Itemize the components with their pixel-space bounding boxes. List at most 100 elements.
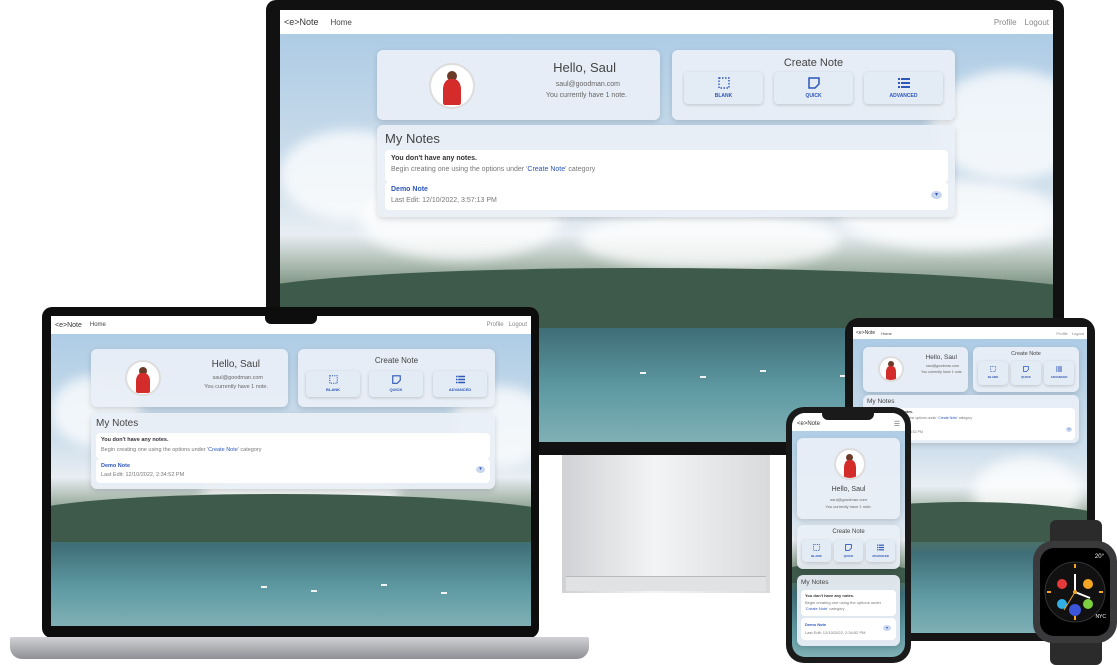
blank-note-icon <box>990 366 996 372</box>
brand-logo[interactable]: <e>Note <box>856 330 875 336</box>
avatar <box>834 448 866 480</box>
note-item[interactable]: Demo Note Last Edit: 12/10/2022, 2:34:52… <box>96 459 490 483</box>
blank-note-icon <box>717 77 730 89</box>
nav-home-link[interactable]: Home <box>90 322 106 328</box>
quick-note-button[interactable]: QUICK <box>1011 361 1041 385</box>
chevron-down-icon[interactable]: ▾ <box>476 466 485 473</box>
note-last-edit: Last Edit: 12/10/2022, 2:34:52 PM <box>101 472 185 478</box>
profile-card: Hello, Saul saul@goodman.com You current… <box>863 347 968 392</box>
create-note-card: Create Note BLANK QUICK ADVANCED <box>672 50 955 120</box>
create-note-title: Create Note <box>783 57 844 69</box>
note-item[interactable]: Demo Note Last Edit: 12/10/2022, 2:34:52… <box>801 618 896 640</box>
blank-button-label: BLANK <box>811 554 822 558</box>
create-note-link[interactable]: Create Note <box>208 447 238 453</box>
quick-button-label: QUICK <box>843 554 854 558</box>
empty-notes-text: Begin creating one using the options und… <box>391 166 596 173</box>
profile-note-count: You currently have 1 note. <box>825 504 872 509</box>
blank-button-label: BLANK <box>326 387 340 392</box>
tablet-navbar: <e>Note Home Profile Logout <box>853 327 1087 339</box>
blank-button-label: BLANK <box>987 375 999 379</box>
note-title[interactable]: Demo Note <box>101 463 130 469</box>
create-note-title: Create Note <box>832 529 865 535</box>
nav-home-link[interactable]: Home <box>331 18 352 27</box>
note-title[interactable]: Demo Note <box>805 622 826 627</box>
advanced-button-label: ADVANCED <box>872 554 889 558</box>
create-note-card: Create Note BLANK QUICK ADVANCED <box>973 347 1079 392</box>
list-icon <box>1056 366 1062 372</box>
create-note-link[interactable]: Create Note <box>527 166 565 173</box>
brand-logo[interactable]: <e>Note <box>284 17 319 27</box>
advanced-note-button[interactable]: ADVANCED <box>866 540 895 562</box>
quick-note-icon <box>1023 366 1029 372</box>
profile-note-count: You currently have 1 note. <box>921 370 963 374</box>
profile-note-count: You currently have 1 note. <box>545 92 627 99</box>
watch-screen: 20° NYC <box>1040 548 1110 636</box>
my-notes-title: My Notes <box>867 398 895 405</box>
blank-button-label: BLANK <box>714 93 733 99</box>
chevron-down-icon[interactable]: ▾ <box>883 625 891 631</box>
profile-greeting: Hello, Saul <box>925 354 957 361</box>
empty-notes-heading: You don't have any notes. <box>391 155 477 162</box>
brand-logo[interactable]: <e>Note <box>55 322 82 329</box>
profile-email: saul@goodman.com <box>212 375 263 381</box>
create-note-link[interactable]: Create Note <box>806 606 828 611</box>
advanced-button-label: ADVANCED <box>889 93 918 99</box>
advanced-note-button[interactable]: ADVANCED <box>1044 361 1074 385</box>
quick-button-label: QUICK <box>389 387 403 392</box>
create-note-link[interactable]: Create Note <box>938 416 957 420</box>
profile-greeting: Hello, Saul <box>553 60 616 75</box>
watch-city-label: NYC <box>1095 614 1106 620</box>
watch-temperature: 20° <box>1094 554 1104 560</box>
chevron-down-icon[interactable]: ▾ <box>931 191 942 199</box>
quick-note-button[interactable]: QUICK <box>834 540 863 562</box>
blank-note-button[interactable]: BLANK <box>978 361 1008 385</box>
chevron-down-icon[interactable]: ▾ <box>1066 427 1072 432</box>
monitor-navbar: <e>Note Home Profile Logout <box>280 10 1053 34</box>
create-note-title: Create Note <box>374 356 419 365</box>
quick-note-button[interactable]: QUICK <box>369 371 423 397</box>
advanced-note-button[interactable]: ADVANCED <box>433 371 487 397</box>
watch-face-icon <box>1044 561 1106 623</box>
phone-screen: <e>Note ☰ Hello, Saul saul@goodman.com Y… <box>792 413 905 657</box>
avatar <box>125 360 161 396</box>
advanced-note-button[interactable]: ADVANCED <box>864 72 943 104</box>
note-title[interactable]: Demo Note <box>391 186 428 193</box>
blank-note-button[interactable]: BLANK <box>306 371 360 397</box>
profile-email: saul@goodman.com <box>555 81 620 88</box>
nav-logout-link[interactable]: Logout <box>1025 18 1049 27</box>
list-icon <box>455 375 465 384</box>
nav-logout-link[interactable]: Logout <box>1072 331 1084 336</box>
quick-button-label: QUICK <box>805 93 822 99</box>
nav-home-link[interactable]: Home <box>881 331 892 336</box>
nav-profile-link[interactable]: Profile <box>994 18 1017 27</box>
monitor-stand-foot <box>566 576 766 591</box>
my-notes-title: My Notes <box>96 418 139 429</box>
note-item[interactable]: Demo Note Last Edit: 12/10/2022, 3:57:13… <box>385 182 948 210</box>
my-notes-title: My Notes <box>801 579 829 586</box>
advanced-button-label: ADVANCED <box>1050 375 1068 379</box>
create-note-card: Create Note BLANK QUICK ADVANCED <box>797 525 900 569</box>
note-last-edit: Last Edit: 12/10/2022, 3:57:13 PM <box>391 197 497 204</box>
blank-note-icon <box>328 375 338 384</box>
profile-greeting: Hello, Saul <box>211 359 260 370</box>
blank-note-button[interactable]: BLANK <box>684 72 763 104</box>
create-note-card: Create Note BLANK QUICK ADVANCED <box>298 349 495 407</box>
nav-profile-link[interactable]: Profile <box>487 322 504 328</box>
nav-logout-link[interactable]: Logout <box>509 322 527 328</box>
blank-note-button[interactable]: BLANK <box>802 540 831 562</box>
my-notes-title: My Notes <box>385 131 440 146</box>
profile-email: saul@goodman.com <box>830 497 867 502</box>
nav-profile-link[interactable]: Profile <box>1056 331 1067 336</box>
quick-note-icon <box>391 375 401 384</box>
profile-card: Hello, Saul saul@goodman.com You current… <box>91 349 288 407</box>
quick-note-icon <box>845 544 852 551</box>
list-icon <box>877 544 884 551</box>
hamburger-menu-icon[interactable]: ☰ <box>894 420 900 428</box>
my-notes-card: My Notes You don't have any notes. Begin… <box>377 125 955 217</box>
quick-button-label: QUICK <box>1021 375 1031 379</box>
profile-greeting: Hello, Saul <box>831 486 866 493</box>
brand-logo[interactable]: <e>Note <box>797 421 820 427</box>
empty-notes-heading: You don't have any notes. <box>805 593 855 598</box>
my-notes-card: My Notes You don't have any notes. Begin… <box>91 413 495 489</box>
quick-note-button[interactable]: QUICK <box>774 72 853 104</box>
